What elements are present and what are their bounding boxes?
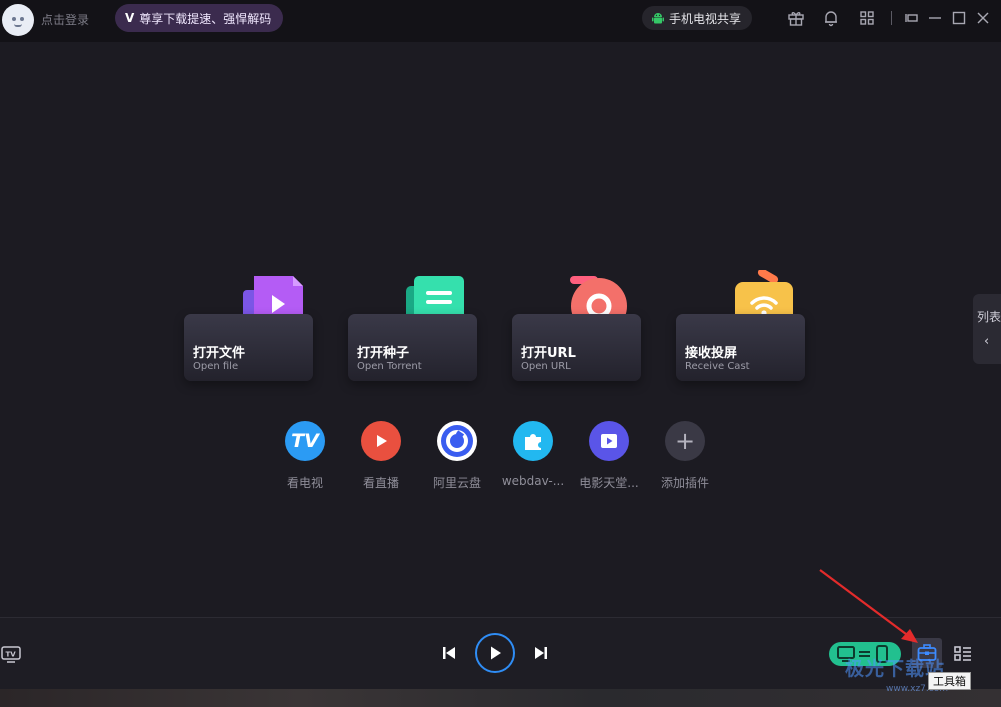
- plugin-label: 阿里云盘: [432, 476, 481, 490]
- plugin-movie-heaven[interactable]: 电影天堂...: [569, 421, 649, 491]
- playlist-icon[interactable]: [952, 643, 974, 665]
- open-torrent-subtitle: Open Torrent: [357, 361, 422, 372]
- open-torrent-title: 打开种子: [357, 346, 410, 361]
- android-icon: [651, 11, 665, 25]
- maximize-icon[interactable]: [949, 8, 969, 28]
- plugin-add[interactable]: + 添加插件: [645, 421, 725, 491]
- vip-promo-label: 尊享下载提速、强悍解码: [139, 11, 272, 26]
- open-url-subtitle: Open URL: [521, 361, 571, 372]
- plugin-label: 添加插件: [660, 476, 709, 490]
- receive-cast-subtitle: Receive Cast: [685, 361, 750, 372]
- plugin-aliyun[interactable]: 阿里云盘: [417, 421, 497, 491]
- play-button[interactable]: [475, 633, 515, 673]
- minimize-icon[interactable]: [925, 8, 945, 28]
- previous-track-icon[interactable]: [439, 643, 459, 663]
- open-file-subtitle: Open file: [193, 361, 239, 372]
- movie-play-icon: [589, 421, 629, 461]
- avatar-eye-right: [20, 17, 24, 21]
- annotation-arrow-icon: [819, 569, 918, 643]
- play-icon: [491, 646, 501, 660]
- tv-mode-icon[interactable]: TV: [0, 643, 22, 665]
- open-url-title: 打开URL: [521, 346, 576, 361]
- preview-strip: [0, 689, 1001, 707]
- avatar[interactable]: [2, 4, 34, 36]
- vip-logo-icon: V: [125, 11, 135, 25]
- plugin-label: 看直播: [362, 476, 399, 490]
- phone-tv-share-label: 手机电视共享: [669, 11, 742, 26]
- plugin-webdav[interactable]: webdav-...: [493, 421, 573, 488]
- open-torrent-card[interactable]: 打开种子 Open Torrent: [348, 314, 477, 381]
- avatar-eye-left: [12, 17, 16, 21]
- chevron-left-icon: ‹: [984, 334, 990, 349]
- toolbox-tooltip: 工具箱: [928, 672, 971, 690]
- open-file-card[interactable]: 打开文件 Open file: [184, 314, 313, 381]
- open-file-title: 打开文件: [193, 346, 246, 361]
- webdav-puzzle-icon: [513, 421, 553, 461]
- svg-text:TV: TV: [6, 651, 17, 659]
- titlebar-separator: [891, 11, 892, 25]
- title-bar: 点击登录 V 尊享下载提速、强悍解码 手机电视共享: [0, 0, 1001, 42]
- play-circle-icon: [361, 421, 401, 461]
- close-icon[interactable]: [973, 8, 993, 28]
- plugin-label: webdav-...: [501, 474, 565, 488]
- gift-icon[interactable]: [786, 8, 806, 28]
- add-plugin-icon: +: [665, 421, 705, 461]
- mini-mode-icon[interactable]: [901, 8, 921, 28]
- plugin-tv[interactable]: TV 看电视: [265, 421, 345, 491]
- next-track-icon[interactable]: [531, 643, 551, 663]
- plugin-live[interactable]: 看直播: [341, 421, 421, 491]
- aliyun-drive-icon: [437, 421, 477, 461]
- login-link[interactable]: 点击登录: [41, 11, 89, 28]
- plugin-label: 看电视: [286, 476, 323, 490]
- vip-promo-button[interactable]: V 尊享下载提速、强悍解码: [115, 4, 283, 32]
- tv-plugin-icon: TV: [285, 421, 325, 461]
- plugin-label: 电影天堂...: [579, 476, 639, 490]
- receive-cast-card[interactable]: 接收投屏 Receive Cast: [676, 314, 805, 381]
- apps-icon[interactable]: [857, 8, 877, 28]
- avatar-mouth: [14, 24, 22, 27]
- playlist-side-tab[interactable]: 列表 ‹: [973, 294, 1001, 364]
- receive-cast-title: 接收投屏: [685, 346, 738, 361]
- bell-icon[interactable]: [821, 8, 841, 28]
- phone-tv-share-button[interactable]: 手机电视共享: [642, 6, 752, 30]
- playlist-tab-label: 列表: [977, 310, 1001, 324]
- open-url-card[interactable]: 打开URL Open URL: [512, 314, 641, 381]
